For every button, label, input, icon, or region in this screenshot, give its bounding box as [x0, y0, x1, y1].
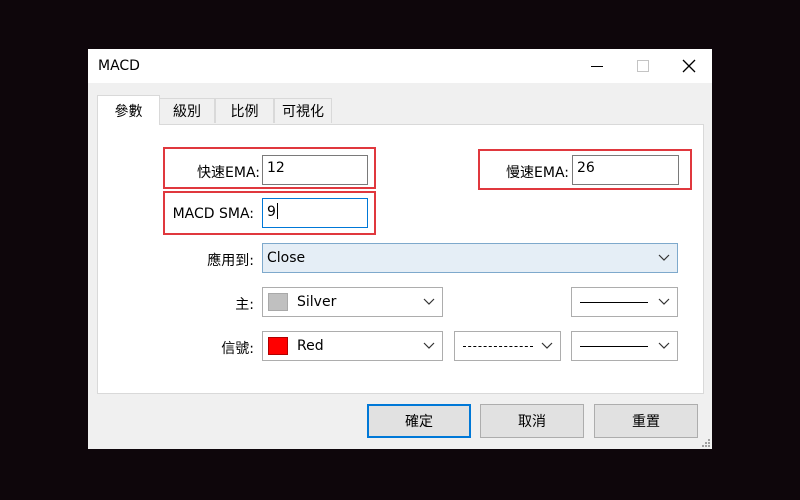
chevron-down-icon [658, 298, 670, 305]
signal-label: 信號: [221, 341, 254, 357]
apply-to-label: 應用到: [207, 253, 254, 269]
reset-button[interactable]: 重置 [594, 404, 698, 438]
main-color-select[interactable]: Silver [262, 287, 443, 317]
tab-parameters[interactable]: 參數 [97, 95, 160, 125]
solid-line-icon [580, 346, 648, 347]
tab-visualization[interactable]: 可視化 [274, 98, 332, 123]
window-title: MACD [98, 58, 140, 74]
minimize-icon [591, 65, 603, 67]
main-line-width-select[interactable] [571, 287, 678, 317]
chevron-down-icon [658, 342, 670, 349]
title-bar[interactable]: MACD [88, 49, 712, 83]
chevron-down-icon [423, 298, 435, 305]
close-button[interactable] [666, 49, 712, 83]
macd-sma-label: MACD SMA: [172, 206, 254, 222]
tab-levels[interactable]: 級別 [159, 98, 215, 123]
ok-button[interactable]: 確定 [367, 404, 471, 438]
cancel-button[interactable]: 取消 [480, 404, 584, 438]
text-caret [276, 203, 278, 219]
solid-line-icon [580, 302, 648, 303]
macd-sma-input[interactable]: 9 [262, 198, 368, 228]
chevron-down-icon [658, 254, 670, 261]
macd-sma-value: 9 [267, 204, 276, 220]
dashed-line-icon [463, 346, 533, 347]
chevron-down-icon [541, 342, 553, 349]
signal-line-style-select[interactable] [454, 331, 561, 361]
slow-ema-label: 慢速EMA: [506, 165, 569, 181]
fast-ema-input[interactable]: 12 [262, 155, 368, 185]
maximize-button [620, 49, 666, 83]
signal-line-width-select[interactable] [571, 331, 678, 361]
maximize-icon [637, 60, 649, 72]
close-icon [682, 59, 696, 73]
main-label: 主: [235, 297, 254, 313]
color-swatch [268, 337, 288, 355]
color-swatch [268, 293, 288, 311]
tab-scale[interactable]: 比例 [215, 98, 274, 123]
apply-to-select[interactable]: Close [262, 243, 678, 273]
chevron-down-icon [423, 342, 435, 349]
slow-ema-input[interactable]: 26 [572, 155, 679, 185]
main-color-name: Silver [297, 294, 337, 310]
fast-ema-label: 快速EMA: [197, 165, 260, 181]
apply-to-value: Close [267, 250, 306, 266]
minimize-button[interactable] [574, 49, 620, 83]
macd-dialog: MACD 參數 級別 比例 可視化 快速EMA: 12 慢速EMA: 26 MA… [88, 49, 712, 449]
resize-grip-icon[interactable] [700, 437, 710, 447]
signal-color-name: Red [297, 338, 324, 354]
signal-color-select[interactable]: Red [262, 331, 443, 361]
